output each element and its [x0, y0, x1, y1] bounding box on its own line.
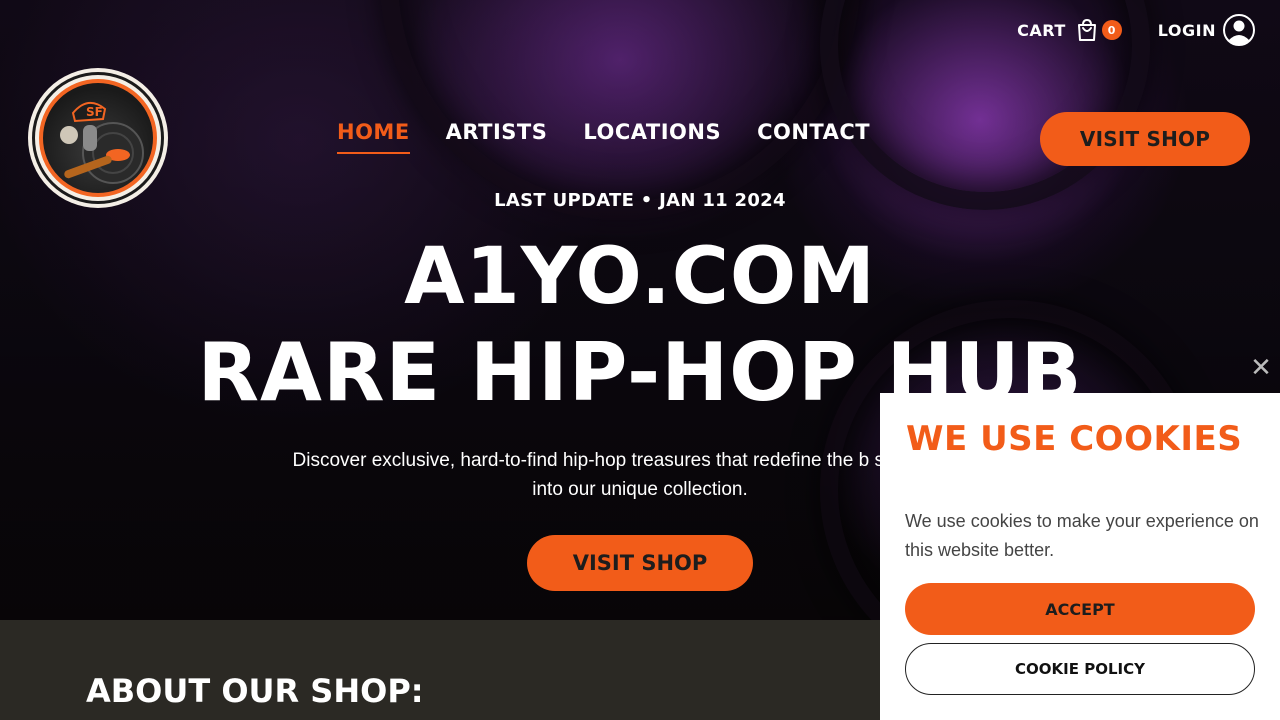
site-logo[interactable]: SF [32, 72, 164, 204]
cookie-banner: WE USE COOKIES We use cookies to make yo… [880, 393, 1280, 720]
main-nav: HOME ARTISTS LOCATIONS CONTACT [337, 120, 870, 154]
hero-headline-site: A1YO.COM [404, 232, 876, 322]
hero-visit-shop-button[interactable]: VISIT SHOP [527, 535, 753, 591]
accept-cookies-button[interactable]: ACCEPT [905, 583, 1255, 635]
cart-link[interactable]: CART 0 [1017, 17, 1122, 43]
nav-item-artists[interactable]: ARTISTS [446, 120, 548, 154]
nav-item-home[interactable]: HOME [337, 120, 410, 154]
login-link[interactable]: LOGIN [1158, 13, 1256, 47]
cookie-banner-title: WE USE COOKIES [906, 419, 1243, 459]
header-visit-shop-button[interactable]: VISIT SHOP [1040, 112, 1250, 166]
cart-count-badge: 0 [1101, 20, 1122, 40]
about-section-title: ABOUT OUR SHOP: [86, 672, 424, 710]
shopping-bag-icon [1077, 18, 1096, 41]
top-utility-bar: CART 0 LOGIN [1017, 12, 1256, 48]
close-icon[interactable]: ✕ [1248, 355, 1274, 381]
cart-label: CART [1017, 20, 1066, 40]
last-update-text: LAST UPDATE • JAN 11 2024 [494, 190, 786, 211]
nav-item-locations[interactable]: LOCATIONS [583, 120, 721, 154]
hip-hop-turntable-logo-icon: SF [39, 79, 157, 197]
login-label: LOGIN [1157, 20, 1216, 40]
cookie-banner-text: We use cookies to make your experience o… [905, 511, 1259, 560]
cookie-policy-button[interactable]: COOKIE POLICY [905, 643, 1255, 695]
svg-text:SF: SF [86, 105, 103, 119]
nav-item-contact[interactable]: CONTACT [757, 120, 870, 154]
user-avatar-icon [1223, 14, 1255, 46]
